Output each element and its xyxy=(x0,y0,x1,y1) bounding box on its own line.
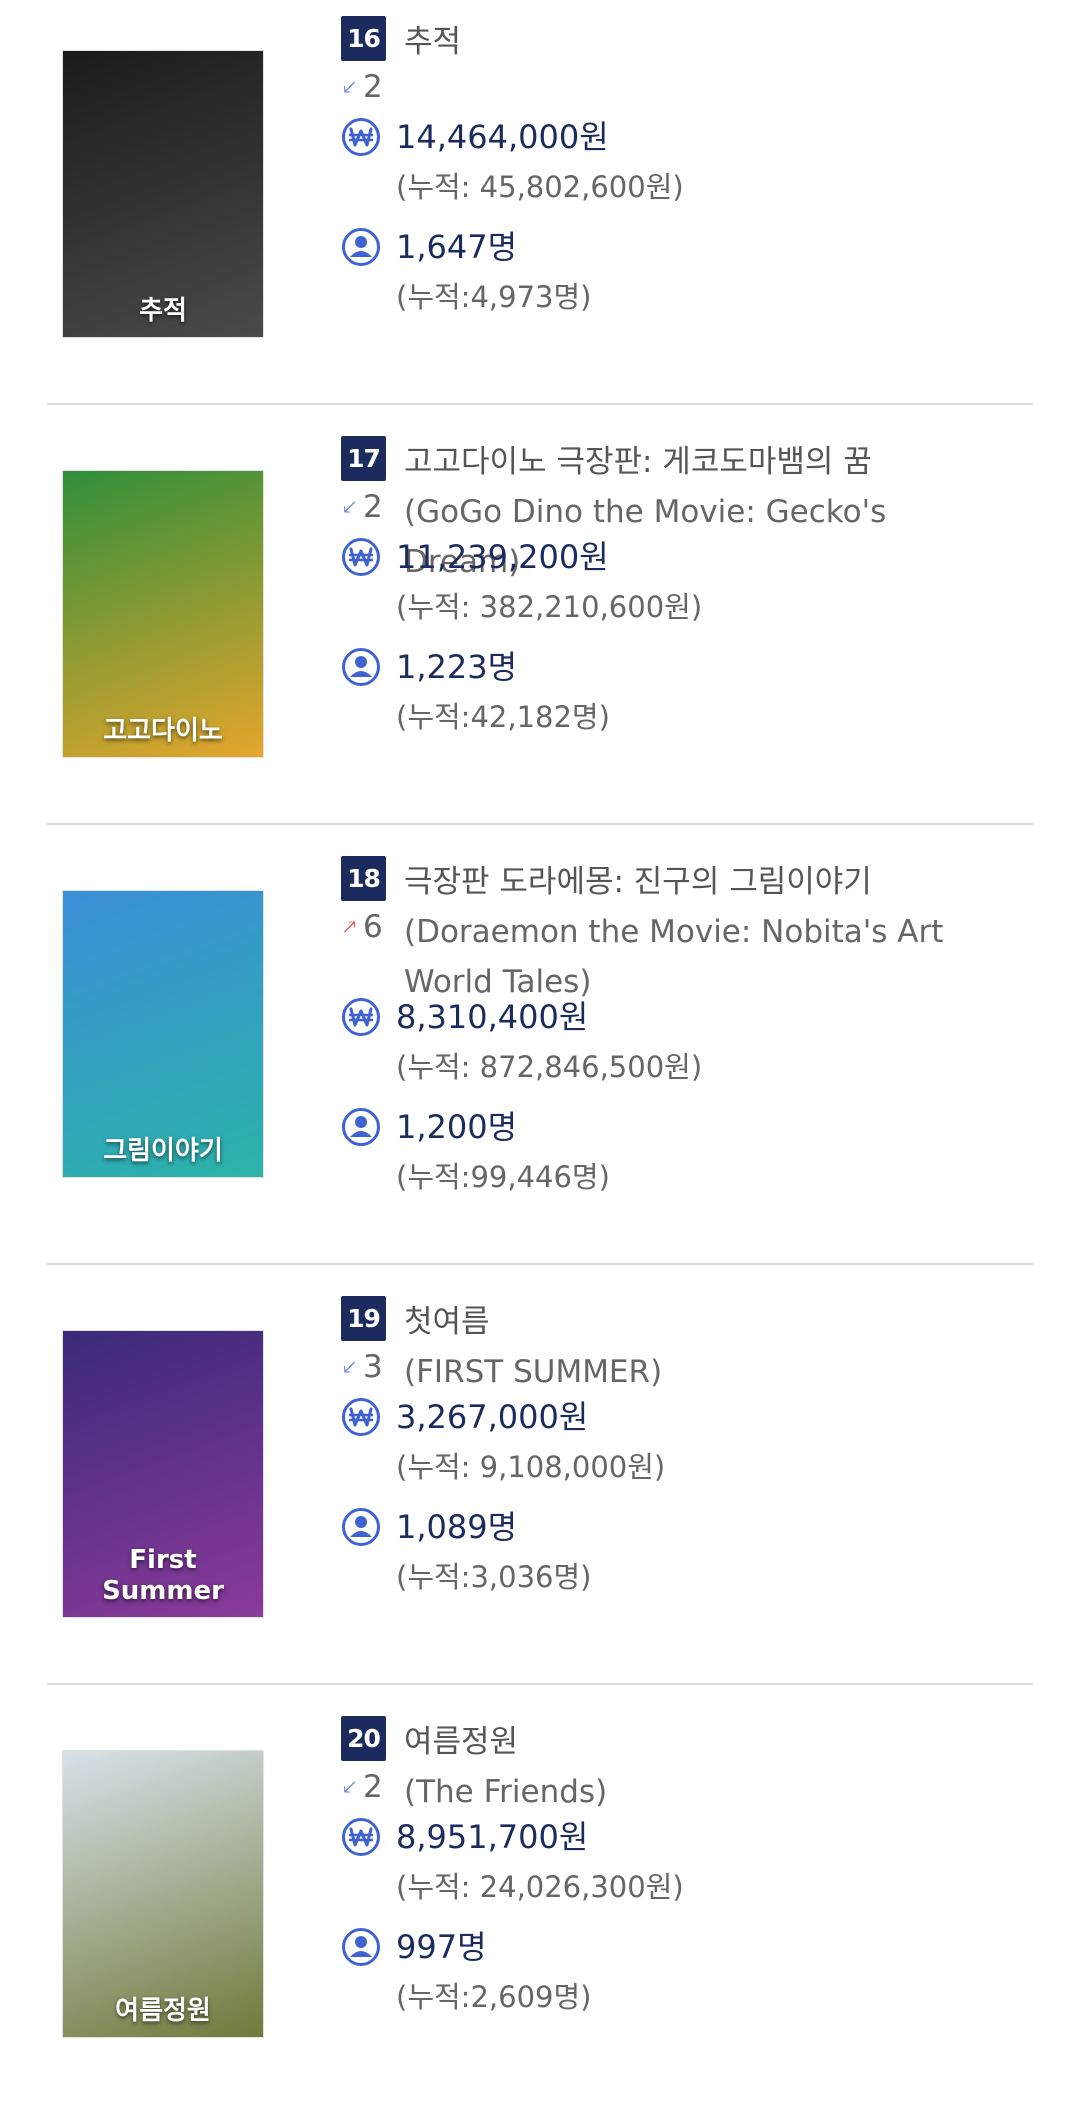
daily-audience: 1,223명 xyxy=(396,648,518,686)
rank-change-value: 2 xyxy=(363,1769,383,1805)
cumulative-revenue: (누적: 24,026,300원) xyxy=(396,1870,684,1904)
rank-change-value: 3 xyxy=(363,1349,383,1385)
poster-title-text: 여름정원 xyxy=(115,1995,211,2026)
daily-revenue: 8,951,700원 xyxy=(396,1818,589,1856)
movie-poster[interactable]: 추적 xyxy=(62,50,264,338)
rank-badge: 18 xyxy=(341,855,386,901)
entry-divider xyxy=(47,403,1033,405)
movie-title-english: (FIRST SUMMER) xyxy=(404,1354,663,1390)
movie-poster[interactable]: 고고다이노 xyxy=(62,470,264,758)
cumulative-revenue: (누적: 9,108,000원) xyxy=(396,1450,666,1484)
arrow-down-icon: 🡗 xyxy=(343,1775,357,1799)
title-row: 16 추적 xyxy=(341,15,461,61)
movie-entry[interactable]: 고고다이노 17 고고다이노 극장판: 게코도마뱀의 꿈 🡗 2 (GoGo Dino t… xyxy=(0,420,1080,840)
won-icon xyxy=(341,1817,381,1857)
movie-poster[interactable]: 여름정원 xyxy=(62,1750,264,2038)
cumulative-revenue: (누적: 45,802,600원) xyxy=(396,170,684,204)
entry-divider xyxy=(47,1683,1033,1685)
poster-title-text: 추적 xyxy=(139,295,187,326)
title-row: 19 첫여름 xyxy=(341,1295,490,1341)
title-row: 20 여름정원 xyxy=(341,1715,518,1761)
daily-revenue: 8,310,400원 xyxy=(396,998,589,1036)
won-icon xyxy=(341,117,381,157)
rank-badge: 16 xyxy=(341,15,386,61)
movie-poster[interactable]: 그림이야기 xyxy=(62,890,264,1178)
movie-poster[interactable]: First Summer xyxy=(62,1330,264,1618)
title-row: 18 극장판 도라에몽: 진구의 그림이야기 xyxy=(341,855,872,901)
person-icon xyxy=(341,227,381,267)
daily-audience: 997명 xyxy=(396,1928,487,1966)
movie-title[interactable]: 극장판 도라에몽: 진구의 그림이야기 xyxy=(404,856,872,901)
arrow-down-icon: 🡗 xyxy=(343,75,357,99)
movie-entry[interactable]: 추적 16 추적 🡗 2 14,464,000원 (누적: 45,802,600원) 1,64… xyxy=(0,0,1080,420)
cumulative-audience: (누적:99,446명) xyxy=(396,1160,610,1194)
won-icon xyxy=(341,997,381,1037)
movie-title[interactable]: 고고다이노 극장판: 게코도마뱀의 꿈 xyxy=(404,436,872,481)
rank-change-value: 2 xyxy=(363,489,383,525)
rank-badge: 17 xyxy=(341,435,386,481)
movie-title[interactable]: 여름정원 xyxy=(404,1716,518,1761)
cumulative-audience: (누적:4,973명) xyxy=(396,280,592,314)
title-row: 17 고고다이노 극장판: 게코도마뱀의 꿈 xyxy=(341,435,872,481)
entry-divider xyxy=(47,1263,1033,1265)
daily-audience: 1,200명 xyxy=(396,1108,518,1146)
rank-change-value: 6 xyxy=(363,909,383,945)
cumulative-audience: (누적:2,609명) xyxy=(396,1980,592,2014)
daily-audience: 1,647명 xyxy=(396,228,518,266)
entry-divider xyxy=(47,823,1033,825)
movie-entry[interactable]: First Summer 19 첫여름 🡗 3 (FIRST SUMMER) 3,267,0… xyxy=(0,1280,1080,1700)
movie-title[interactable]: 첫여름 xyxy=(404,1296,490,1341)
poster-title-text: 고고다이노 xyxy=(103,715,223,746)
won-icon xyxy=(341,537,381,577)
won-icon xyxy=(341,1397,381,1437)
person-icon xyxy=(341,1507,381,1547)
cumulative-revenue: (누적: 872,846,500원) xyxy=(396,1050,703,1084)
movie-entry[interactable]: 그림이야기 18 극장판 도라에몽: 진구의 그림이야기 🡕 6 (Doraemon th… xyxy=(0,840,1080,1260)
rank-change-value: 2 xyxy=(363,69,383,105)
poster-title-text: First Summer xyxy=(102,1544,224,1606)
movie-title-english: (Doraemon the Movie: Nobita's Art World … xyxy=(404,914,944,1000)
cumulative-audience: (누적:42,182명) xyxy=(396,700,610,734)
daily-audience: 1,089명 xyxy=(396,1508,518,1546)
arrow-up-icon: 🡕 xyxy=(343,915,357,939)
daily-revenue: 11,239,200원 xyxy=(396,538,609,576)
daily-revenue: 14,464,000원 xyxy=(396,118,609,156)
person-icon xyxy=(341,1927,381,1967)
movie-title[interactable]: 추적 xyxy=(404,16,461,61)
daily-revenue: 3,267,000원 xyxy=(396,1398,589,1436)
cumulative-audience: (누적:3,036명) xyxy=(396,1560,592,1594)
arrow-down-icon: 🡗 xyxy=(343,1355,357,1379)
person-icon xyxy=(341,647,381,687)
rank-badge: 19 xyxy=(341,1295,386,1341)
poster-title-text: 그림이야기 xyxy=(103,1135,223,1166)
arrow-down-icon: 🡗 xyxy=(343,495,357,519)
movie-title-english: (The Friends) xyxy=(404,1774,608,1810)
movie-entry[interactable]: 여름정원 20 여름정원 🡗 2 (The Friends) 8,951,700원 (누적: … xyxy=(0,1700,1080,2120)
rank-badge: 20 xyxy=(341,1715,386,1761)
cumulative-revenue: (누적: 382,210,600원) xyxy=(396,590,703,624)
person-icon xyxy=(341,1107,381,1147)
